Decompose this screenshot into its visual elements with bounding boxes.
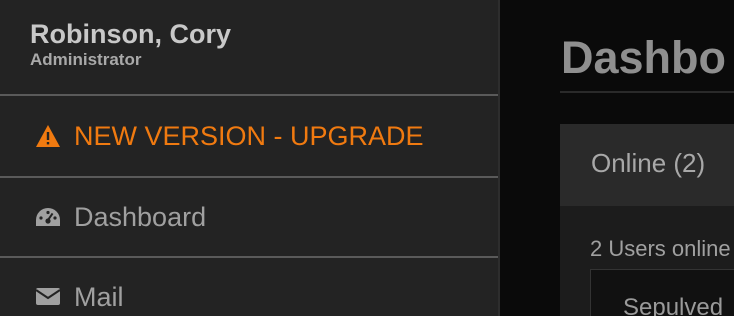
mail-icon [34,282,62,310]
main-content: Dashbo Online (2) 2 Users online Sepulve… [500,0,734,316]
user-name: Robinson, Cory [30,19,231,49]
page-title: Dashbo [561,32,727,83]
user-profile[interactable]: Robinson, Cory Administrator [0,0,498,96]
sidebar-item-label: NEW VERSION - UPGRADE [74,120,424,151]
app-window: Robinson, Cory Administrator NEW VERSION… [0,0,734,316]
list-item[interactable]: Sepulved [623,294,723,316]
sidebar-item-dashboard[interactable]: Dashboard [0,178,498,258]
online-users-panel: Online (2) 2 Users online Sepulved [560,124,734,316]
sidebar-item-mail[interactable]: Mail [0,258,498,314]
user-role: Administrator [30,50,142,69]
tab-online[interactable]: Online (2) [560,124,734,206]
sidebar-item-label: Dashboard [74,201,207,232]
online-users-list: Sepulved [590,269,734,316]
online-count-text: 2 Users online [590,236,731,261]
dashboard-icon [34,203,62,231]
sidebar: Robinson, Cory Administrator NEW VERSION… [0,0,500,316]
sidebar-item-label: Mail [74,282,124,312]
sidebar-item-upgrade[interactable]: NEW VERSION - UPGRADE [0,96,498,178]
warning-icon [34,122,62,150]
title-divider [560,91,734,93]
